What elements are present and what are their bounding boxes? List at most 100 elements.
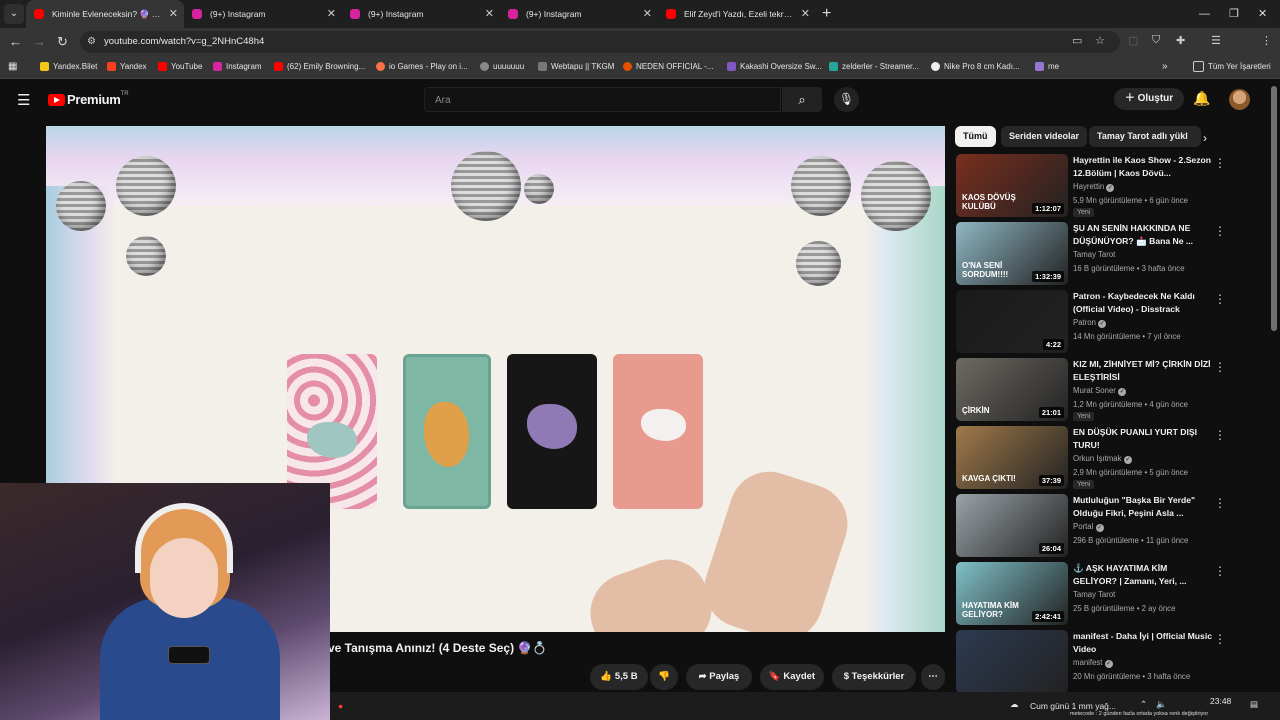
tray-chevron-icon[interactable]: ⌃: [1140, 699, 1147, 710]
page-scrollbar[interactable]: [1271, 86, 1277, 331]
bookmark-item[interactable]: Nike Pro 8 cm Kadı...: [931, 56, 1020, 78]
browser-tab[interactable]: Elif Zeyd'i Yazdı, Ezeli tekrardan ✕: [658, 0, 816, 28]
extensions-puzzle-icon[interactable]: ✚: [1176, 34, 1185, 47]
channel-name[interactable]: manifest ✓: [1073, 658, 1113, 668]
video-title[interactable]: Patron - Kaybedecek Ne Kaldı (Official V…: [1073, 290, 1213, 316]
browser-tab[interactable]: (9+) Instagram ✕: [342, 0, 500, 28]
channel-name[interactable]: Patron ✓: [1073, 318, 1107, 328]
more-options-icon[interactable]: ⋮: [1214, 428, 1226, 442]
reading-list-icon[interactable]: ☰: [1211, 34, 1221, 47]
recommendation-item[interactable]: 4:22 Patron - Kaybedecek Ne Kaldı (Offici…: [956, 290, 1266, 356]
channel-name[interactable]: Murat Soner ✓: [1073, 386, 1127, 396]
video-thumbnail[interactable]: ÇİRKİN 21:01: [956, 358, 1068, 421]
share-button[interactable]: ➦ Paylaş: [686, 664, 752, 690]
browser-tab[interactable]: Kiminle Evleneceksin? 🔮 Adı, B ✕: [26, 0, 184, 28]
bookmark-item[interactable]: io Games - Play on i...: [376, 56, 468, 78]
notifications-bell-icon[interactable]: 🔔: [1193, 90, 1210, 107]
video-thumbnail[interactable]: [956, 630, 1068, 693]
tab-close-icon[interactable]: ✕: [643, 0, 652, 28]
channel-name[interactable]: Tamay Tarot: [1073, 250, 1115, 259]
tab-close-icon[interactable]: ✕: [485, 0, 494, 28]
recommendation-item[interactable]: O'NA SENİ SORDUM!!!! 1:32:39 ŞU AN SENİN H…: [956, 222, 1266, 288]
search-button[interactable]: ⌕: [782, 87, 822, 112]
video-thumbnail[interactable]: O'NA SENİ SORDUM!!!! 1:32:39: [956, 222, 1068, 285]
weather-text[interactable]: Cum günü 1 mm yağ...: [1030, 701, 1116, 711]
chip-channel[interactable]: Tamay Tarot adlı yükl: [1089, 126, 1201, 147]
video-title[interactable]: ŞU AN SENİN HAKKINDA NE DÜŞÜNÜYOR? 📩 Ban…: [1073, 222, 1213, 248]
bookmarks-overflow-icon[interactable]: »: [1162, 56, 1168, 78]
more-options-icon[interactable]: ⋮: [1214, 564, 1226, 578]
chevron-right-icon[interactable]: ›: [1203, 131, 1207, 145]
bookmark-item[interactable]: Yandex: [107, 56, 147, 78]
channel-name[interactable]: Hayrettin ✓: [1073, 182, 1115, 192]
bookmark-star-icon[interactable]: ☆: [1095, 34, 1105, 47]
apps-grid-icon[interactable]: ▦: [8, 56, 17, 78]
tab-close-icon[interactable]: ✕: [169, 0, 178, 28]
recommendation-item[interactable]: KAOS DÖVÜŞ KULÜBÜ 1:12:07 Hayrettin ile Ka…: [956, 154, 1266, 220]
bookmark-item[interactable]: uuuuuuu: [480, 56, 524, 78]
video-thumbnail[interactable]: 4:22: [956, 290, 1068, 353]
recommendation-item[interactable]: ÇİRKİN 21:01 KIZ MI, ZİHNİYET Mİ? ÇİRKİN D…: [956, 358, 1266, 424]
channel-name[interactable]: Portal ✓: [1073, 522, 1104, 532]
all-bookmarks-folder[interactable]: Tüm Yer İşaretleri: [1193, 56, 1271, 78]
more-options-icon[interactable]: ⋮: [1214, 496, 1226, 510]
bookmark-item[interactable]: Webtapu || TKGM: [538, 56, 614, 78]
chip-series[interactable]: Seriden videolar: [1001, 126, 1088, 147]
recommendation-item[interactable]: HAYATIMA KİM GELİYOR? 2:42:41 ⚓ AŞK HAYATI…: [956, 562, 1266, 628]
more-options-icon[interactable]: ⋮: [1214, 156, 1226, 170]
site-info-icon[interactable]: ⚙: [87, 36, 96, 47]
video-title[interactable]: ⚓ AŞK HAYATIMA KİM GELİYOR? | Zamanı, Ye…: [1073, 562, 1213, 588]
notification-icon[interactable]: ▤: [1250, 699, 1258, 710]
dislike-button[interactable]: 👎: [650, 664, 678, 690]
video-thumbnail[interactable]: KAVGA ÇIKTI! 37:39: [956, 426, 1068, 489]
create-button[interactable]: ＋ Oluştur: [1114, 88, 1184, 110]
bookmark-item[interactable]: (62) Emily Browning...: [274, 56, 365, 78]
video-thumbnail[interactable]: 26:04: [956, 494, 1068, 557]
reload-button[interactable]: ↻: [57, 28, 68, 56]
shield-icon[interactable]: ⛉: [1152, 34, 1160, 47]
bookmark-item[interactable]: Yandex.Bilet: [40, 56, 97, 78]
bookmark-item[interactable]: zelderler - Streamer...: [829, 56, 919, 78]
cast-icon[interactable]: ▭: [1072, 34, 1082, 47]
thanks-button[interactable]: $ Teşekkürler: [832, 664, 916, 690]
video-title[interactable]: EN DÜŞÜK PUANLI YURT DIŞI TURU!: [1073, 426, 1213, 452]
more-options-icon[interactable]: ⋮: [1214, 360, 1226, 374]
close-window-button[interactable]: ✕: [1258, 0, 1267, 28]
more-options-icon[interactable]: ⋮: [1214, 292, 1226, 306]
bookmark-item[interactable]: Kakashi Oversize Sw...: [727, 56, 822, 78]
channel-name[interactable]: Orkun Işıtmak ✓: [1073, 454, 1132, 464]
back-button[interactable]: ←: [9, 28, 22, 56]
search-input[interactable]: [425, 88, 767, 113]
more-actions-button[interactable]: ⋯: [921, 664, 945, 690]
more-options-icon[interactable]: ⋮: [1214, 224, 1226, 238]
bookmark-item[interactable]: YouTube: [158, 56, 202, 78]
video-thumbnail[interactable]: HAYATIMA KİM GELİYOR? 2:42:41: [956, 562, 1068, 625]
extension-icon[interactable]: ▢: [1128, 34, 1138, 47]
clock-time[interactable]: 23:48: [1210, 696, 1231, 706]
save-button[interactable]: 🔖 Kaydet: [760, 664, 824, 690]
bookmark-item[interactable]: Instagram: [213, 56, 262, 78]
menu-hamburger-icon[interactable]: ☰: [17, 91, 30, 109]
new-tab-button[interactable]: +: [822, 0, 831, 28]
tab-search-button[interactable]: ⌄: [4, 4, 24, 24]
bookmark-item[interactable]: NEDEN OFFICIAL -...: [623, 56, 714, 78]
browser-tab[interactable]: (9+) Instagram ✕: [184, 0, 342, 28]
volume-icon[interactable]: 🔈: [1156, 699, 1167, 710]
browser-tab[interactable]: (9+) Instagram ✕: [500, 0, 658, 28]
forward-button[interactable]: →: [33, 28, 46, 56]
bookmark-item[interactable]: me: [1035, 56, 1059, 78]
recommendation-item[interactable]: KAVGA ÇIKTI! 37:39 EN DÜŞÜK PUANLI YURT DI…: [956, 426, 1266, 492]
like-button[interactable]: 👍 5,5 B: [590, 664, 648, 690]
user-avatar[interactable]: [1229, 89, 1250, 110]
recommendation-item[interactable]: 26:04 Mutluluğun "Başka Bir Yerde" Olduğu…: [956, 494, 1266, 560]
address-bar[interactable]: ⚙ youtube.com/watch?v=g_2NHnC48h4: [80, 31, 1120, 53]
more-options-icon[interactable]: ⋮: [1214, 632, 1226, 646]
channel-name[interactable]: Tamay Tarot: [1073, 590, 1115, 599]
video-title[interactable]: Mutluluğun "Başka Bir Yerde" Olduğu Fikr…: [1073, 494, 1213, 520]
restore-button[interactable]: ❐: [1229, 0, 1239, 28]
minimize-button[interactable]: —: [1199, 0, 1210, 28]
chip-all[interactable]: Tümü: [955, 126, 996, 147]
recommendation-item[interactable]: manifest - Daha İyi | Official Music Vid…: [956, 630, 1266, 696]
more-menu-icon[interactable]: ⋮: [1261, 34, 1272, 47]
video-thumbnail[interactable]: KAOS DÖVÜŞ KULÜBÜ 1:12:07: [956, 154, 1068, 217]
